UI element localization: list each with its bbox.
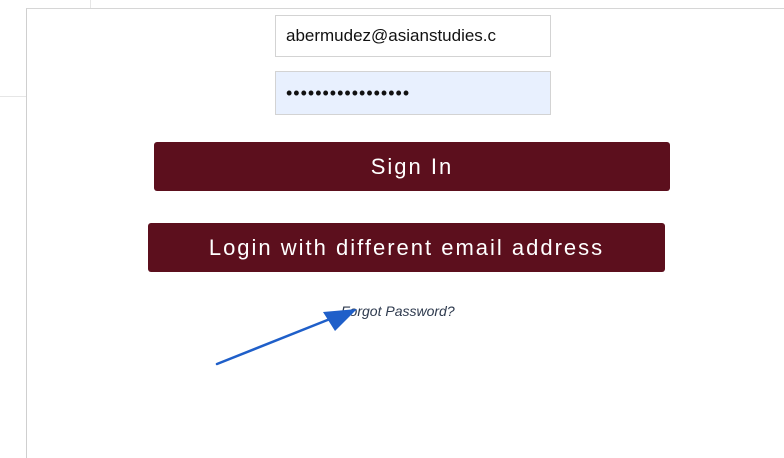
screen: Sign In Login with different email addre… xyxy=(0,0,784,458)
login-panel: Sign In Login with different email addre… xyxy=(26,8,784,458)
sign-in-button[interactable]: Sign In xyxy=(154,142,670,191)
password-field[interactable] xyxy=(275,71,551,115)
login-different-email-button[interactable]: Login with different email address xyxy=(148,223,665,272)
email-field[interactable] xyxy=(275,15,551,57)
background-divider xyxy=(0,96,26,97)
arrow-pointer-icon xyxy=(215,309,357,366)
